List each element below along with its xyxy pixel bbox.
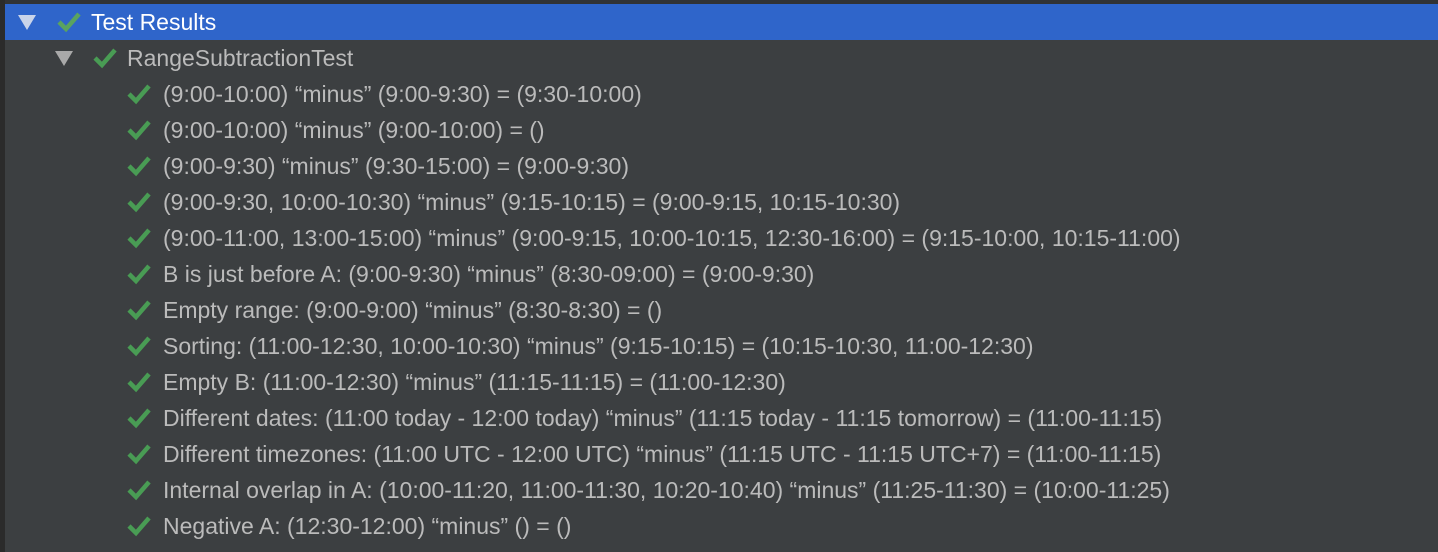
check-icon xyxy=(127,480,151,501)
test-row[interactable]: B is just before A: (9:00-9:30) “minus” … xyxy=(5,256,1438,292)
test-label: Internal overlap in A: (10:00-11:20, 11:… xyxy=(163,477,1170,503)
expand-arrow-icon[interactable] xyxy=(18,15,36,30)
test-label: Different dates: (11:00 today - 12:00 to… xyxy=(163,405,1163,431)
test-results-tree[interactable]: Test Results RangeSubtractionTest (9:00-… xyxy=(5,4,1438,544)
test-label: Empty range: (9:00-9:00) “minus” (8:30-8… xyxy=(163,297,663,323)
tree-node-suite[interactable]: RangeSubtractionTest xyxy=(5,40,1438,76)
check-icon xyxy=(127,120,151,141)
test-label: Negative A: (12:30-12:00) “minus” () = (… xyxy=(163,513,572,539)
check-icon xyxy=(127,336,151,357)
check-icon xyxy=(127,444,151,465)
test-row[interactable]: Negative A: (12:30-12:00) “minus” () = (… xyxy=(5,508,1438,544)
tree-node-root[interactable]: Test Results xyxy=(5,4,1438,40)
test-row[interactable]: Empty range: (9:00-9:00) “minus” (8:30-8… xyxy=(5,292,1438,328)
test-row[interactable]: (9:00-10:00) “minus” (9:00-9:30) = (9:30… xyxy=(5,76,1438,112)
test-row[interactable]: (9:00-9:30) “minus” (9:30-15:00) = (9:00… xyxy=(5,148,1438,184)
check-icon xyxy=(127,408,151,429)
test-label: Different timezones: (11:00 UTC - 12:00 … xyxy=(163,441,1162,467)
check-icon xyxy=(127,156,151,177)
check-icon xyxy=(127,228,151,249)
check-icon xyxy=(127,372,151,393)
check-icon xyxy=(57,12,81,33)
test-label: (9:00-9:30) “minus” (9:30-15:00) = (9:00… xyxy=(163,153,629,179)
test-row[interactable]: (9:00-9:30, 10:00-10:30) “minus” (9:15-1… xyxy=(5,184,1438,220)
test-row[interactable]: Sorting: (11:00-12:30, 10:00-10:30) “min… xyxy=(5,328,1438,364)
test-label: Empty B: (11:00-12:30) “minus” (11:15-11… xyxy=(163,369,786,395)
test-row[interactable]: Different timezones: (11:00 UTC - 12:00 … xyxy=(5,436,1438,472)
test-label: (9:00-9:30, 10:00-10:30) “minus” (9:15-1… xyxy=(163,189,901,215)
check-icon xyxy=(127,300,151,321)
test-label: (9:00-11:00, 13:00-15:00) “minus” (9:00-… xyxy=(163,225,1181,251)
expand-arrow-icon[interactable] xyxy=(55,51,73,66)
test-row[interactable]: (9:00-10:00) “minus” (9:00-10:00) = () xyxy=(5,112,1438,148)
test-label: B is just before A: (9:00-9:30) “minus” … xyxy=(163,261,815,287)
test-label: (9:00-10:00) “minus” (9:00-9:30) = (9:30… xyxy=(163,81,642,107)
test-label: (9:00-10:00) “minus” (9:00-10:00) = () xyxy=(163,117,545,143)
test-row[interactable]: Empty B: (11:00-12:30) “minus” (11:15-11… xyxy=(5,364,1438,400)
check-icon xyxy=(127,192,151,213)
check-icon xyxy=(127,84,151,105)
root-label: Test Results xyxy=(91,9,217,35)
check-icon xyxy=(127,264,151,285)
test-row[interactable]: Different dates: (11:00 today - 12:00 to… xyxy=(5,400,1438,436)
test-label: Sorting: (11:00-12:30, 10:00-10:30) “min… xyxy=(163,333,1034,359)
suite-label: RangeSubtractionTest xyxy=(127,45,354,71)
test-row[interactable]: (9:00-11:00, 13:00-15:00) “minus” (9:00-… xyxy=(5,220,1438,256)
check-icon xyxy=(93,48,117,69)
test-row[interactable]: Internal overlap in A: (10:00-11:20, 11:… xyxy=(5,472,1438,508)
check-icon xyxy=(127,516,151,537)
